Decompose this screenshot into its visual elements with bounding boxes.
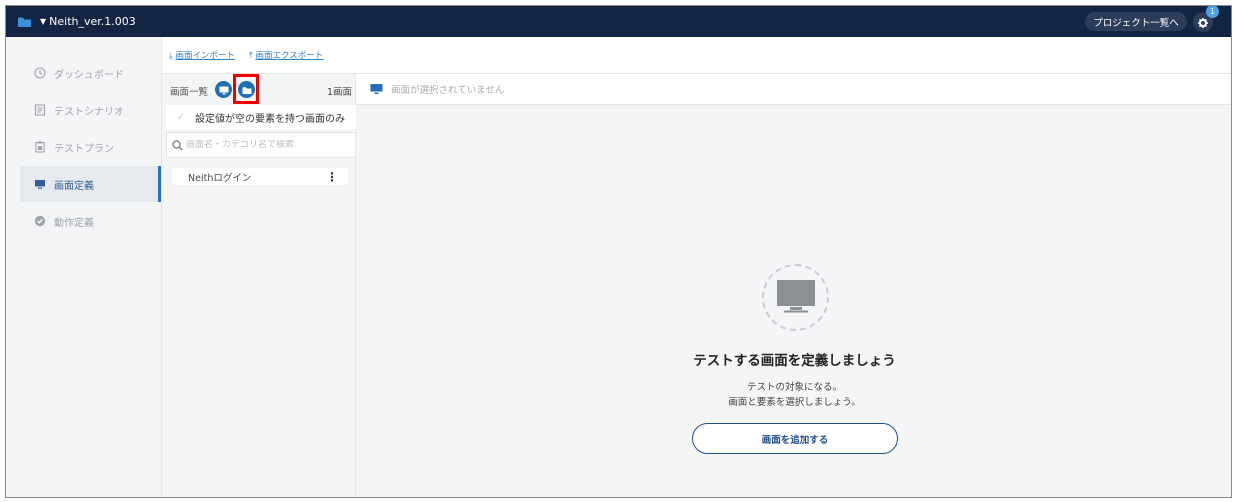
sidebar-item-action-definition[interactable]: 動作定義 xyxy=(20,203,161,239)
highlight-box xyxy=(233,74,259,104)
sidebar: ダッシュボード テストシナリオ テストプラン 画面定義 動作定義 xyxy=(6,37,162,497)
screen-list-header: 画面一覧 1画面 xyxy=(162,74,356,104)
monitor-icon xyxy=(34,178,46,190)
search-icon xyxy=(172,136,183,155)
project-list-button[interactable]: プロジェクト一覧へ xyxy=(1085,12,1187,31)
add-screen-button[interactable] xyxy=(215,81,232,98)
empty-value-filter[interactable]: ✓ 設定値が空の要素を持つ画面のみ xyxy=(166,105,356,129)
search-box xyxy=(166,132,356,158)
import-link[interactable]: ⤓ 画面インポート xyxy=(169,49,235,61)
check-icon: ✓ xyxy=(176,111,186,123)
top-bar: ▼ Neith_ver.1.003 プロジェクト一覧へ 1 xyxy=(6,6,1231,37)
sidebar-item-label: テストシナリオ xyxy=(54,106,124,118)
screen-list-panel: 画面一覧 1画面 ✓ 設定値が空の要素を持つ画面のみ 画面名・カテゴリ名で検索 … xyxy=(162,73,356,497)
filter-label: 設定値が空の要素を持つ画面のみ xyxy=(195,113,345,125)
sidebar-item-dashboard[interactable]: ダッシュボード xyxy=(20,55,161,91)
monitor-icon xyxy=(370,83,383,95)
import-export-links: ⤓ 画面インポート ⤒ 画面エクスポート xyxy=(169,49,323,61)
main-content: 画面が選択されていません テストする画面を定義しましょう テストの対象になる。 … xyxy=(356,73,1231,497)
caret-down-icon: ▼ xyxy=(40,17,47,26)
export-link[interactable]: ⤒ 画面エクスポート xyxy=(249,49,323,61)
search-input[interactable] xyxy=(186,140,346,150)
list-item[interactable]: Neithログイン ⋮ xyxy=(172,168,348,185)
clock-icon xyxy=(34,67,46,79)
empty-state-illustration xyxy=(762,264,829,331)
screen-count: 1画面 xyxy=(326,87,352,98)
sidebar-item-label: 動作定義 xyxy=(54,217,94,229)
sidebar-item-label: テストプラン xyxy=(54,143,114,155)
screen-list-title: 画面一覧 xyxy=(170,87,209,98)
notification-badge: 1 xyxy=(1206,6,1219,18)
check-circle-icon xyxy=(34,215,46,227)
empty-state-title: テストする画面を定義しましょう xyxy=(693,353,896,369)
clipboard-icon xyxy=(34,141,46,153)
document-icon xyxy=(34,104,46,116)
sidebar-item-test-plan[interactable]: テストプラン xyxy=(20,129,161,165)
project-name: Neith_ver.1.003 xyxy=(49,15,136,28)
main-header: 画面が選択されていません xyxy=(356,74,1231,105)
empty-state-description-2: 画面と要素を選択しましょう。 xyxy=(728,397,861,408)
monitor-icon xyxy=(776,278,816,318)
empty-state-description-1: テストの対象になる。 xyxy=(746,382,842,393)
folder-icon xyxy=(18,17,31,27)
project-selector[interactable]: ▼ Neith_ver.1.003 xyxy=(18,6,136,37)
monitor-icon xyxy=(219,80,229,99)
sidebar-item-label: ダッシュボード xyxy=(54,69,124,81)
sidebar-item-test-scenario[interactable]: テストシナリオ xyxy=(20,92,161,128)
app-window: ▼ Neith_ver.1.003 プロジェクト一覧へ 1 ダッシュボード テス… xyxy=(5,5,1232,498)
sidebar-item-screen-definition[interactable]: 画面定義 xyxy=(20,166,161,202)
screen-name: Neithログイン xyxy=(188,172,252,184)
sidebar-item-label: 画面定義 xyxy=(54,180,94,192)
more-menu-icon[interactable]: ⋮ xyxy=(326,170,338,184)
add-screen-main-button[interactable]: 画面を追加する xyxy=(692,423,898,454)
no-selection-text: 画面が選択されていません xyxy=(391,85,505,96)
